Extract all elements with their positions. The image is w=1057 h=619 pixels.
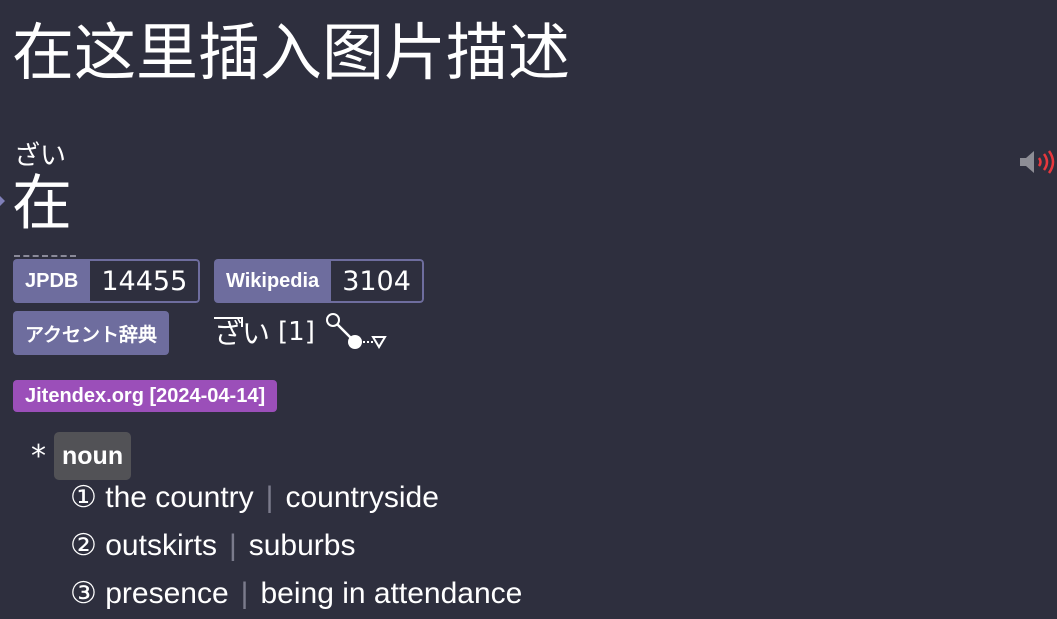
gloss-separator: | — [228, 529, 237, 562]
sense-marker: ① — [70, 481, 97, 514]
frequency-value: 3104 — [331, 259, 424, 303]
gloss-separator: | — [265, 481, 274, 514]
gloss-text: outskirts — [105, 529, 217, 562]
page-title: 在这里插入图片描述 — [12, 16, 571, 89]
frequency-label: JPDB — [13, 259, 91, 303]
pitch-graph-icon — [325, 313, 387, 349]
sense-item: ① the country | countryside — [70, 483, 439, 513]
entry-marker-icon — [0, 196, 5, 206]
sense-marker: ③ — [70, 577, 97, 610]
gloss-text: suburbs — [248, 529, 356, 562]
pitch-drop — [241, 317, 243, 327]
pitch-dictionary-tag[interactable]: アクセント辞典 — [13, 311, 170, 355]
pitch-number: [1] — [278, 317, 315, 347]
frequency-label: Wikipedia — [214, 259, 332, 303]
sense-marker: ② — [70, 529, 97, 562]
frequency-tag-jpdb[interactable]: JPDB 14455 — [13, 259, 201, 303]
term-reading: ざい — [14, 141, 67, 171]
pitch-overline — [214, 317, 241, 319]
sense-item: ② outskirts | suburbs — [70, 531, 355, 561]
pitch-kana: ざい — [214, 312, 270, 352]
pitch-accent-row: ざい [1] — [214, 310, 395, 354]
part-of-speech-badge[interactable]: noun — [54, 432, 132, 480]
frequency-tag-wikipedia[interactable]: Wikipedia 3104 — [214, 259, 424, 303]
gloss-separator: | — [240, 577, 249, 610]
speaker-icon[interactable] — [1018, 148, 1056, 176]
term-underline — [14, 255, 76, 257]
gloss-text: the country — [105, 481, 254, 514]
frequency-value: 14455 — [90, 259, 201, 303]
term-headword[interactable]: 在 — [12, 174, 72, 234]
gloss-text: presence — [105, 577, 229, 610]
part-of-speech-row: * noun — [31, 432, 132, 480]
bullet-star: * — [31, 438, 46, 474]
dictionary-tag[interactable]: Jitendex.org [2024-04-14] — [13, 380, 278, 412]
gloss-text: countryside — [285, 481, 439, 514]
sense-item: ③ presence | being in attendance — [70, 579, 522, 609]
gloss-text: being in attendance — [260, 577, 523, 610]
